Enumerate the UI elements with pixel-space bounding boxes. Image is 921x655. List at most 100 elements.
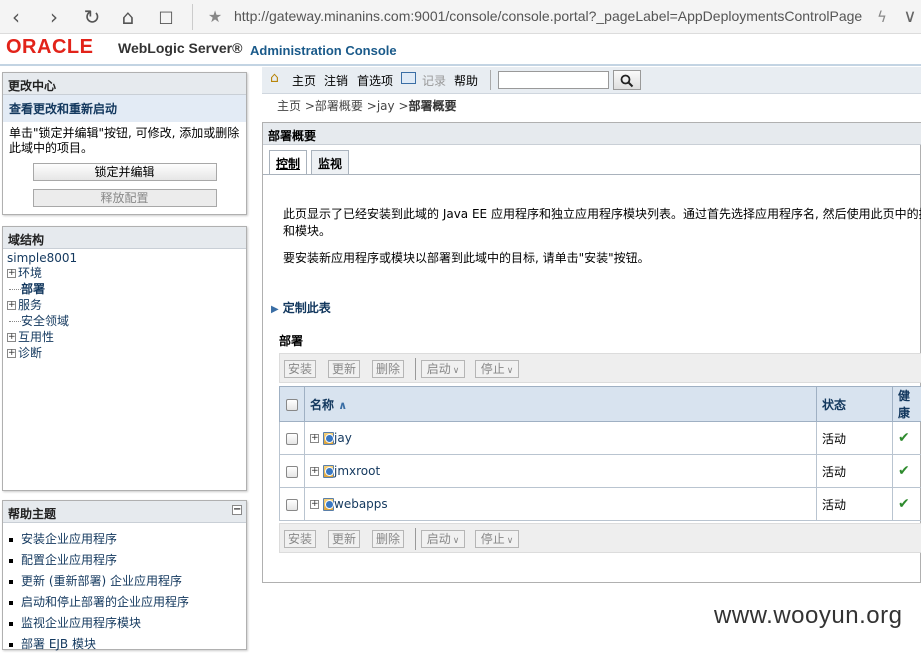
table-actions-bottom: 安装 更新 删除 启动∨ 停止∨ [279, 523, 921, 553]
start-dropdown: 启动∨ [421, 530, 465, 548]
stop-dropdown: 停止∨ [475, 360, 519, 378]
expand-icon[interactable]: + [310, 500, 319, 509]
install-hint: 要安装新应用程序或模块以部署到此域中的目标, 请单击"安装"按钮。 [283, 249, 921, 266]
logout-link[interactable]: 注销 [324, 72, 348, 89]
expand-icon[interactable]: + [7, 269, 16, 278]
domain-structure-panel: 域结构 simple8001 +环境 部署 +服务 安全领域 +互用性 +诊断 [2, 226, 247, 491]
tree-item-services[interactable]: +服务 [3, 297, 246, 313]
state-column-header[interactable]: 状态 [817, 387, 893, 422]
expand-icon[interactable]: + [310, 467, 319, 476]
tree-item-diagnostics[interactable]: +诊断 [3, 345, 246, 361]
name-column-header[interactable]: 名称 ∧ [305, 387, 817, 422]
change-center-title: 更改中心 [3, 73, 246, 95]
expand-triangle-icon: ▶ [271, 304, 279, 315]
help-link[interactable]: 监视企业应用程序模块 [3, 613, 246, 634]
app-icon [323, 432, 334, 445]
app-icon [323, 465, 334, 478]
reader-icon[interactable]: □ [154, 5, 178, 29]
url-bar[interactable]: http://gateway.minanins.com:9001/console… [234, 8, 864, 24]
app-name-link[interactable]: jmxroot [334, 464, 380, 478]
back-icon[interactable]: ‹ [4, 5, 28, 29]
help-link[interactable]: 帮助 [454, 72, 478, 89]
breadcrumb: 主页 >部署概要 >jay >部署概要 [277, 97, 457, 114]
help-link[interactable]: 部署 EJB 模块 [3, 634, 246, 655]
release-config-button: 释放配置 [33, 189, 217, 207]
preferences-link[interactable]: 首选项 [357, 72, 393, 89]
expand-icon[interactable]: + [310, 434, 319, 443]
record-icon[interactable] [401, 72, 416, 84]
app-name-link[interactable]: webapps [334, 497, 388, 511]
install-button: 安装 [284, 360, 316, 378]
breadcrumb-home[interactable]: 主页 [277, 99, 301, 113]
help-link[interactable]: 启动和停止部署的企业应用程序 [3, 592, 246, 613]
state-cell: 活动 [817, 488, 893, 521]
reload-icon[interactable]: ↻ [80, 5, 104, 29]
deployments-table-label: 部署 [279, 332, 303, 349]
expand-icon[interactable]: + [7, 349, 16, 358]
page-description-cont: 和模块。 [283, 222, 331, 239]
tab-monitoring[interactable]: 监视 [311, 150, 349, 174]
ok-check-icon: ✔ [898, 463, 910, 479]
row-checkbox[interactable] [286, 433, 298, 445]
ok-check-icon: ✔ [898, 430, 910, 446]
table-actions-top: 安装 更新 删除 启动∨ 停止∨ [279, 353, 921, 383]
app-name-link[interactable]: jay [334, 431, 352, 445]
row-checkbox[interactable] [286, 466, 298, 478]
divider [192, 4, 193, 30]
domain-root-link[interactable]: simple8001 [3, 249, 246, 265]
health-column-header[interactable]: 健康 [893, 387, 921, 422]
select-all-checkbox[interactable] [286, 399, 298, 411]
tree-item-environment[interactable]: +环境 [3, 265, 246, 281]
table-row: +jmxroot 活动 ✔OK [280, 455, 921, 488]
breadcrumb-jay[interactable]: jay [377, 99, 395, 113]
tree-item-security-realms[interactable]: 安全领域 [3, 313, 246, 329]
tab-underline [263, 174, 921, 175]
start-dropdown: 启动∨ [421, 360, 465, 378]
help-link[interactable]: 更新 (重新部署) 企业应用程序 [3, 571, 246, 592]
customize-table-link[interactable]: ▶定制此表 [271, 299, 331, 316]
search-button[interactable] [613, 70, 641, 90]
home-icon[interactable]: ⌂ [270, 70, 279, 86]
help-link[interactable]: 配置企业应用程序 [3, 550, 246, 571]
row-checkbox[interactable] [286, 499, 298, 511]
tab-control[interactable]: 控制 [269, 150, 307, 175]
expand-icon[interactable]: + [7, 333, 16, 342]
chevron-down-icon: ∨ [453, 366, 460, 376]
home-link[interactable]: 主页 [292, 72, 316, 89]
lock-and-edit-button[interactable]: 锁定并编辑 [33, 163, 217, 181]
bolt-icon[interactable]: ϟ [870, 5, 894, 29]
help-topics-panel: 帮助主题 − 安装企业应用程序 配置企业应用程序 更新 (重新部署) 企业应用程… [2, 500, 247, 650]
breadcrumb-deployments[interactable]: 部署概要 [315, 99, 363, 113]
tree-item-deployments[interactable]: 部署 [3, 281, 246, 297]
table-header-row: 名称 ∧ 状态 健康 [280, 387, 921, 422]
help-link[interactable]: 安装企业应用程序 [3, 529, 246, 550]
delete-button: 删除 [372, 360, 404, 378]
select-all-cell[interactable] [280, 387, 305, 422]
expand-icon[interactable]: + [7, 301, 16, 310]
deployments-table: 名称 ∧ 状态 健康 +jay 活动 ✔OK +jmxroot 活动 ✔OK +… [279, 386, 921, 521]
page-title: 部署概要 [263, 123, 921, 145]
home-icon[interactable]: ⌂ [116, 5, 140, 29]
chevron-down-icon: ∨ [507, 366, 514, 376]
forward-icon[interactable]: › [42, 5, 66, 29]
search-icon [620, 74, 634, 88]
page-description: 此页显示了已经安装到此域的 Java EE 应用程序和独立应用程序模块列表。通过… [283, 206, 921, 222]
breadcrumb-current: 部署概要 [409, 99, 457, 113]
header-divider [0, 64, 921, 66]
change-center-description: 单击"锁定并编辑"按钮, 可修改, 添加或删除此域中的项目。 [3, 122, 246, 160]
change-center-panel: 更改中心 查看更改和重新启动 单击"锁定并编辑"按钮, 可修改, 添加或删除此域… [2, 72, 247, 215]
product-name: WebLogic Server® [118, 40, 242, 56]
sort-asc-icon[interactable]: ∧ [338, 399, 347, 412]
console-toolbar: ⌂ 主页 注销 首选项 记录 帮助 [262, 67, 921, 94]
main-panel: 部署概要 控制 监视 此页显示了已经安装到此域的 Java EE 应用程序和独立… [262, 122, 921, 583]
chevron-down-icon[interactable]: ∨ [898, 5, 921, 29]
state-cell: 活动 [817, 422, 893, 455]
search-input[interactable] [498, 71, 609, 89]
action-separator [415, 358, 416, 380]
action-separator [415, 528, 416, 550]
toolbar-divider [490, 70, 491, 90]
tree-item-interoperability[interactable]: +互用性 [3, 329, 246, 345]
change-center-subtitle[interactable]: 查看更改和重新启动 [3, 95, 246, 122]
collapse-icon[interactable]: − [232, 505, 242, 515]
star-icon[interactable]: ★ [203, 5, 227, 29]
